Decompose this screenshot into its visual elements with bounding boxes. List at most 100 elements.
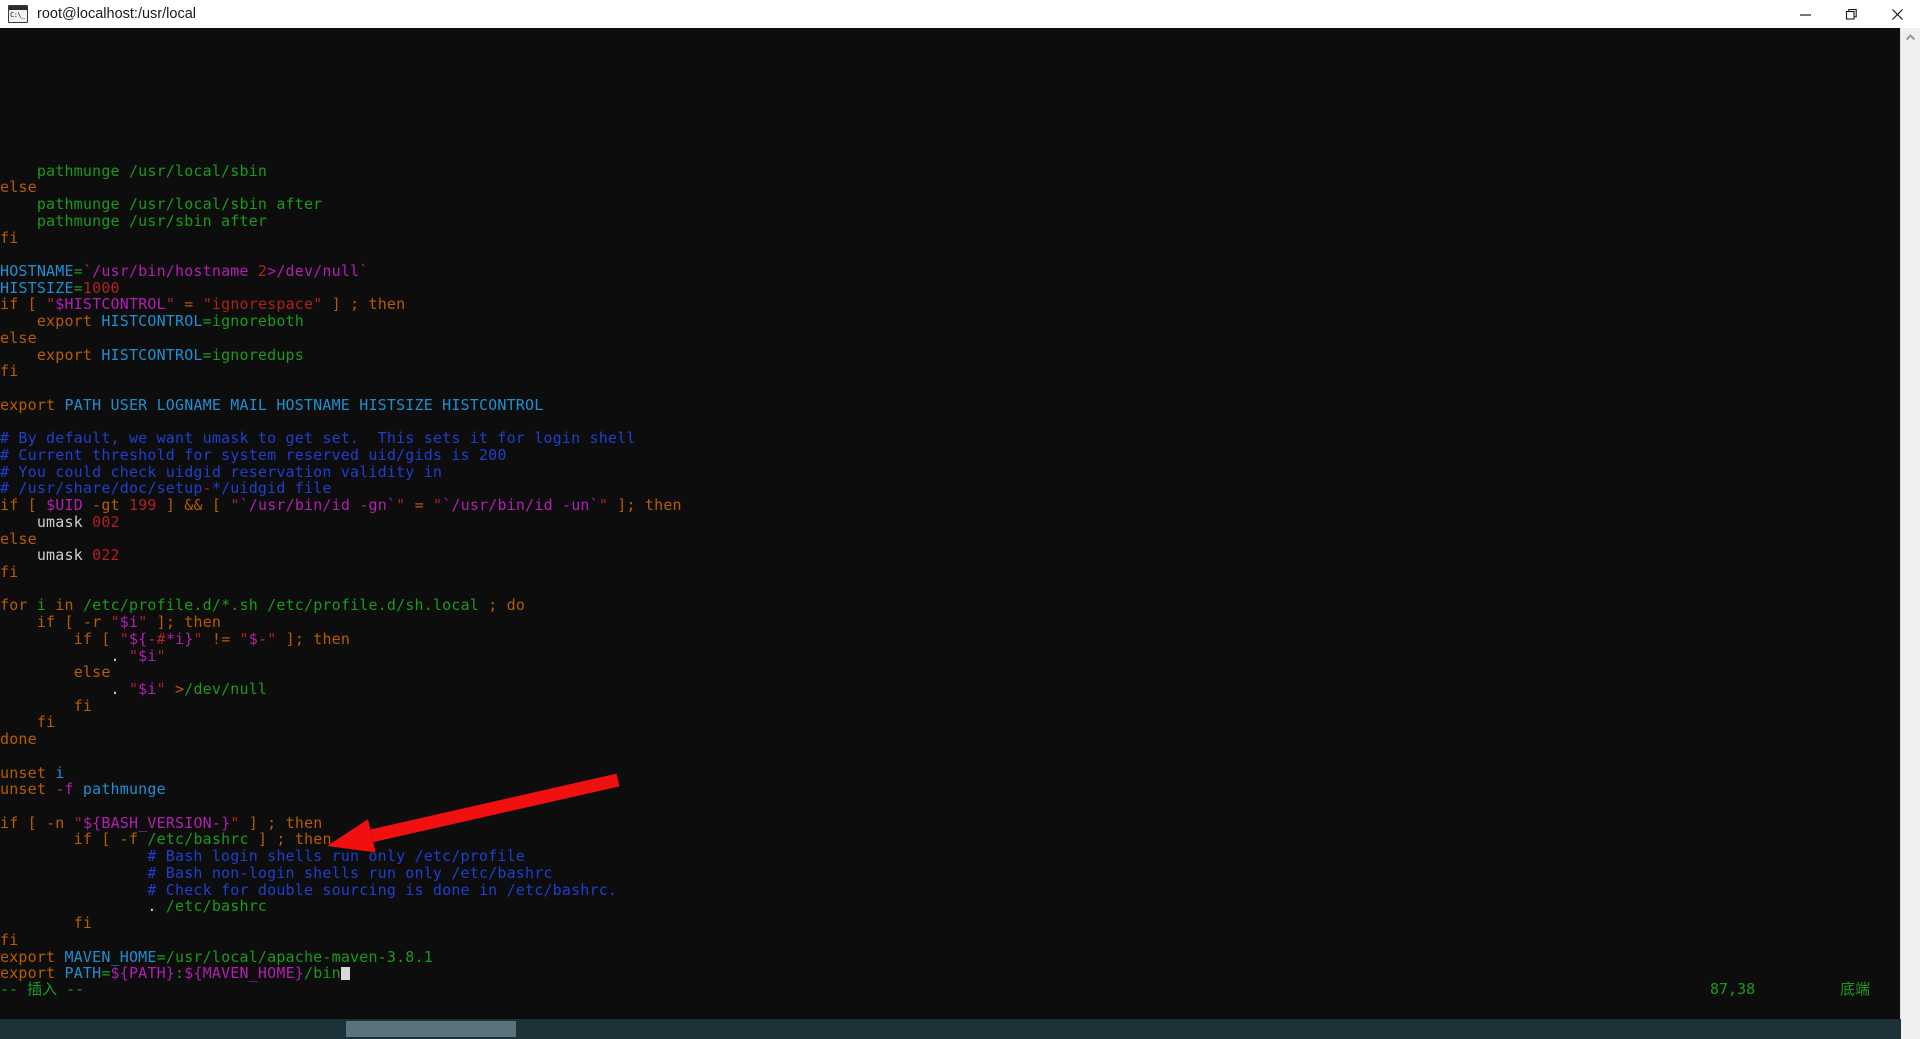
code-token: -n [46, 813, 65, 832]
code-token: 1000 [82, 278, 120, 297]
close-icon[interactable] [1874, 0, 1920, 28]
code-token: ; [257, 813, 286, 832]
code-token: = [73, 278, 83, 297]
restore-icon[interactable] [1828, 0, 1874, 28]
code-line: . "$i" [0, 646, 682, 665]
code-line: fi [0, 714, 682, 731]
scroll-up-chevron-icon[interactable] [1901, 28, 1920, 47]
code-token: # /usr/share/doc/setup [0, 479, 203, 498]
code-token: fi [0, 362, 19, 381]
text-cursor [340, 967, 350, 981]
minimize-icon[interactable] [1782, 0, 1828, 28]
code-token: fi [73, 914, 93, 933]
window-titlebar[interactable]: C:\_ root@localhost:/usr/local [0, 0, 1920, 29]
code-token: ; [340, 295, 369, 314]
vim-buffer[interactable]: pathmunge /usr/local/sbin else pathmunge … [0, 162, 682, 982]
code-token: in [55, 596, 74, 615]
code-token: > [175, 680, 185, 698]
horizontal-scrollbar-thumb[interactable] [346, 1021, 516, 1037]
code-line: HOSTNAME=`/usr/bin/hostname 2>/dev/null` [0, 263, 682, 280]
code-token: " [396, 496, 406, 515]
code-line: pathmunge /usr/local/sbin after [0, 196, 682, 213]
code-token: `/usr/bin/hostname [82, 262, 258, 281]
code-token: ; [267, 830, 295, 849]
code-token: " [119, 629, 129, 648]
code-token: ${BASH_VERSION-} [82, 813, 231, 832]
vim-status-line: -- 插入 -- 87,38 底端 [0, 980, 1901, 998]
window-controls [1782, 0, 1920, 28]
code-token: ] [617, 496, 627, 515]
code-token: . [0, 897, 166, 916]
code-token: export [36, 312, 93, 331]
code-token: ] [257, 830, 268, 849]
code-token: MAVEN_HOME [64, 947, 157, 966]
code-token: # You could check uidgid reservation val… [0, 462, 443, 481]
code-token: . [0, 646, 129, 665]
code-token: -f [55, 780, 74, 799]
code-token: for [0, 596, 28, 615]
code-token: " [128, 680, 139, 698]
vim-cursor-position: 87,38 [1710, 980, 1756, 998]
code-line: fi [0, 564, 682, 581]
code-token: else [73, 663, 111, 682]
horizontal-scrollbar[interactable] [0, 1019, 1901, 1039]
code-token: done [0, 730, 37, 749]
code-line: fi [0, 697, 682, 715]
code-line: export PATH USER LOGNAME MAIL HOSTNAME H… [0, 395, 682, 414]
code-token: HOSTNAME [0, 262, 74, 281]
vertical-scrollbar[interactable] [1900, 28, 1920, 1039]
code-line: unset i [0, 764, 682, 782]
code-line: unset -f pathmunge [0, 781, 682, 798]
code-line: fi [0, 915, 682, 932]
code-token: ; [294, 629, 314, 648]
code-token: unset [0, 780, 47, 799]
code-line: . "$i" >/dev/null [0, 681, 682, 698]
code-line: done [0, 731, 682, 748]
code-line: # Current threshold for system reserved … [0, 447, 682, 464]
code-token: HISTCONTROL [101, 312, 203, 331]
code-token: " [598, 496, 609, 515]
code-token: then [644, 496, 682, 515]
code-token: if [36, 613, 56, 632]
terminal-screen[interactable]: pathmunge /usr/local/sbin else pathmunge … [0, 28, 1901, 1018]
code-token: $HISTCONTROL [55, 295, 166, 314]
code-line: fi [0, 229, 682, 247]
code-line: fi [0, 363, 682, 380]
code-token: != [202, 629, 240, 648]
code-token: `/usr/bin/id -gn` [239, 496, 397, 515]
code-token: *i} [165, 629, 194, 648]
code-token: [ [27, 496, 37, 515]
code-token: " [230, 496, 240, 515]
code-token: fi [0, 562, 19, 581]
code-token: pathmunge [82, 780, 166, 799]
code-token: -f [119, 830, 139, 849]
code-token: PATH USER LOGNAME MAIL HOSTNAME HISTSIZE… [64, 395, 544, 414]
code-token: # Bash non-login shells run only /etc/ba… [147, 863, 553, 882]
code-token: else [0, 328, 37, 347]
code-token: i [36, 596, 47, 615]
code-token: [ [101, 629, 111, 648]
code-token: if [0, 295, 19, 314]
code-token: fi [36, 713, 56, 732]
code-token: # [156, 629, 166, 648]
code-line: if [ -f /etc/bashrc ] ; then [0, 831, 682, 848]
code-token: /etc/bashrc [165, 897, 268, 916]
code-line: pathmunge /usr/local/sbin [0, 162, 682, 180]
code-token: HISTSIZE [0, 278, 74, 297]
